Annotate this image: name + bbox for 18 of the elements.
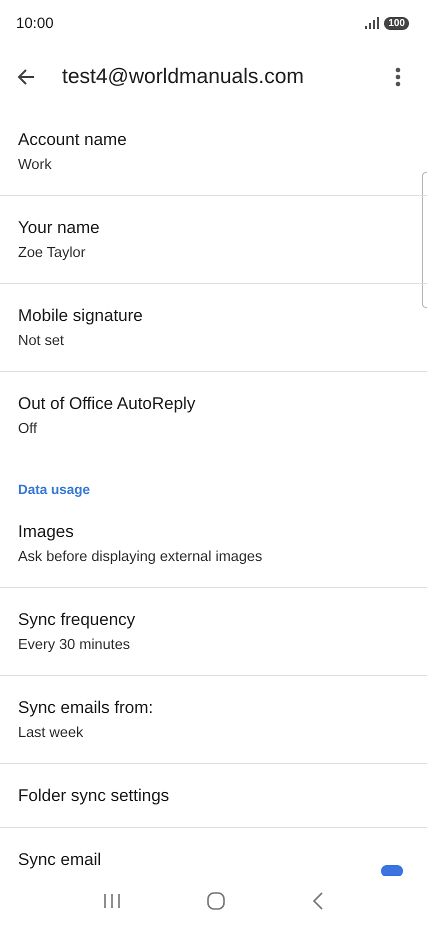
settings-item[interactable]: Your name Zoe Taylor bbox=[0, 196, 427, 284]
settings-item[interactable]: Folder sync settings bbox=[0, 764, 427, 828]
toggle-switch[interactable] bbox=[381, 865, 403, 876]
settings-item[interactable]: Account name Work bbox=[0, 108, 427, 196]
settings-item[interactable]: Sync email bbox=[0, 828, 427, 876]
toolbar-title: test4@worldmanuals.com bbox=[62, 65, 305, 89]
section-header: Data usage bbox=[17, 481, 92, 499]
status-time: 10:00 bbox=[16, 14, 54, 32]
home-icon[interactable] bbox=[206, 891, 226, 911]
recent-apps-icon[interactable] bbox=[102, 893, 121, 909]
signal-icon bbox=[365, 17, 380, 29]
settings-item[interactable]: Images Ask before displaying external images bbox=[0, 500, 427, 588]
settings-item[interactable]: Out of Office AutoReply Off bbox=[0, 372, 427, 460]
settings-item[interactable]: Mobile signature Not set bbox=[0, 284, 427, 372]
battery-level: 100 bbox=[384, 16, 409, 30]
settings-item[interactable]: Sync frequency Every 30 minutes bbox=[0, 588, 427, 676]
back-nav-icon[interactable] bbox=[312, 891, 324, 911]
settings-item[interactable]: Sync emails from: Last week bbox=[0, 676, 427, 764]
